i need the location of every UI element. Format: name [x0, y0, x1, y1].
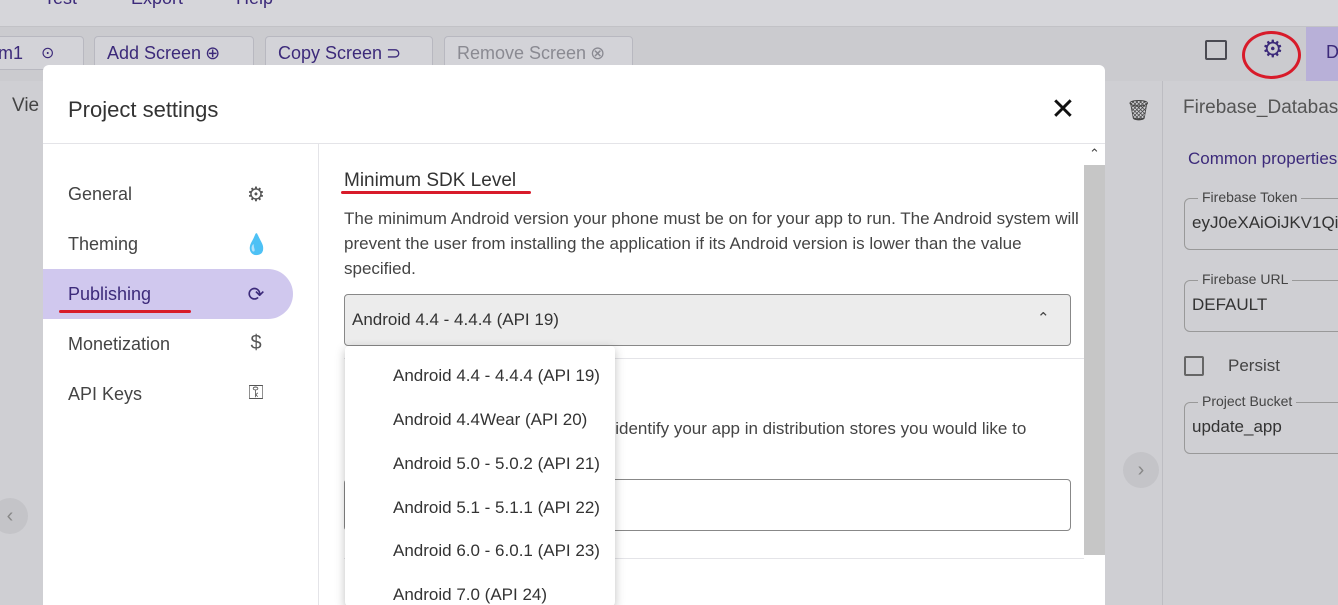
close-icon[interactable]: ✕	[1048, 95, 1078, 125]
dialog-header: Project settings ✕	[43, 65, 1105, 144]
chevron-right-icon[interactable]: ›	[1123, 452, 1159, 488]
nav-label-general: General	[68, 183, 133, 204]
nav-label-publishing: Publishing	[68, 283, 152, 304]
sdk-selected-value: Android 4.4 - 4.4.4 (API 19)	[352, 310, 559, 329]
sdk-heading: Minimum SDK Level	[344, 170, 517, 191]
dialog-title: Project settings	[68, 97, 219, 122]
project-bucket-label: Project Bucket	[1198, 393, 1297, 409]
remove-screen-label: Remove Screen	[457, 42, 587, 63]
remove-circle-icon: ⊗	[590, 42, 606, 63]
screen-name: m1	[0, 42, 24, 63]
persist-label: Persist	[1228, 356, 1280, 375]
drop-icon: 💧	[244, 234, 269, 256]
project-bucket-value: update_app	[1192, 417, 1282, 436]
firebase-token-value: eyJ0eXAiOiJKV1QiLC	[1192, 213, 1338, 232]
annotation-underline	[59, 310, 191, 313]
viewer-label: Vie	[12, 95, 40, 116]
firebase-url-value: DEFAULT	[1192, 295, 1268, 314]
nav-item-theming[interactable]: Theming 💧	[43, 219, 293, 269]
menu-test[interactable]: Test	[44, 0, 77, 9]
add-screen-label: Add Screen	[107, 42, 202, 63]
common-properties-tab[interactable]: Common properties	[1188, 149, 1337, 169]
menu-export[interactable]: Export	[131, 0, 183, 9]
designer-tab[interactable]: D	[1306, 27, 1338, 81]
scrollbar-thumb[interactable]	[1084, 165, 1105, 555]
firebase-url-label: Firebase URL	[1198, 271, 1293, 287]
persist-checkbox[interactable]	[1184, 356, 1204, 376]
dropdown-option[interactable]: Android 7.0 (API 24)	[345, 573, 615, 605]
gallery-icon[interactable]	[1205, 40, 1227, 60]
nav-label-theming: Theming	[68, 233, 139, 254]
copy-icon: ⊃	[386, 42, 402, 63]
scroll-up-icon[interactable]: ⌃	[1084, 146, 1105, 164]
top-menu-bar: Test Export Help	[0, 0, 1338, 27]
trash-icon[interactable]: 🗑	[1126, 98, 1151, 123]
firebase-token-label: Firebase Token	[1198, 189, 1302, 205]
menu-help[interactable]: Help	[236, 0, 273, 9]
firebase-url-field[interactable]: Firebase URL DEFAULT	[1184, 271, 1338, 332]
component-title: Firebase_Database	[1183, 97, 1338, 118]
chevron-down-icon: ⊙	[41, 45, 55, 62]
dropdown-option[interactable]: Android 5.1 - 5.1.1 (API 22)	[345, 486, 615, 530]
project-bucket-field[interactable]: Project Bucket update_app	[1184, 393, 1338, 454]
dropdown-option[interactable]: Android 4.4Wear (API 20)	[345, 398, 615, 442]
phone-settings-icon: ⚙	[247, 184, 265, 206]
dollar-icon: $	[250, 332, 262, 354]
key-icon: ⚿	[248, 382, 264, 404]
nav-label-monetization: Monetization	[68, 333, 171, 354]
copy-screen-label: Copy Screen	[278, 42, 383, 63]
nav-item-general[interactable]: General ⚙	[43, 169, 293, 219]
dropdown-option[interactable]: Android 5.0 - 5.0.2 (API 21)	[345, 442, 615, 486]
sdk-description: The minimum Android version your phone m…	[344, 209, 1079, 278]
nav-label-api-keys: API Keys	[68, 383, 143, 404]
firebase-token-field[interactable]: Firebase Token eyJ0eXAiOiJKV1QiLC	[1184, 189, 1338, 250]
settings-nav: General ⚙ Theming 💧 Publishing ⟳ Monetiz…	[43, 144, 319, 605]
nav-item-monetization[interactable]: Monetization $	[43, 319, 293, 369]
plus-circle-icon: ⊕	[205, 42, 221, 63]
sdk-level-select[interactable]: Android 4.4 - 4.4.4 (API 19) ⌃	[344, 294, 1071, 346]
chevron-up-icon: ⌃	[1037, 310, 1050, 327]
properties-panel: Firebase_Database Common properties Fire…	[1162, 81, 1338, 605]
nav-item-api-keys[interactable]: API Keys ⚿	[43, 369, 293, 419]
sync-icon: ⟳	[247, 284, 265, 306]
annotation-underline	[341, 191, 531, 194]
annotation-circle	[1242, 31, 1301, 79]
dropdown-option[interactable]: Android 6.0 - 6.0.1 (API 23)	[345, 529, 615, 573]
sdk-dropdown-list: Android 4.4 - 4.4.4 (API 19) Android 4.4…	[345, 346, 615, 605]
dropdown-option[interactable]: Android 4.4 - 4.4.4 (API 19)	[345, 354, 615, 398]
